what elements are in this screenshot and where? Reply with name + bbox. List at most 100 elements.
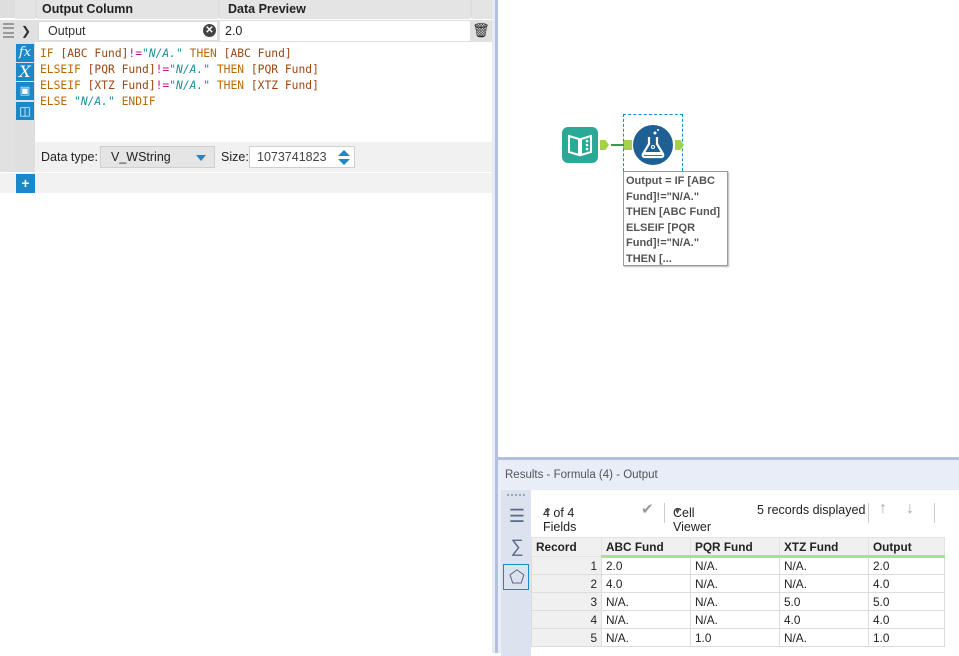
formula-row: ❯ Output ✕ 2.0 🗑 — [0, 20, 492, 42]
table-cell[interactable]: N/A. — [779, 628, 869, 647]
output-tag-icon[interactable]: ⬠ — [507, 567, 527, 587]
expression-token: ELSEIF — [40, 63, 88, 76]
header-output-column: Output Column — [37, 0, 218, 19]
table-cell[interactable]: N/A. — [601, 628, 691, 647]
expression-token: IF — [40, 47, 61, 60]
results-sidebar: ☰ ∑ ⬠ — [501, 490, 531, 656]
open-icon[interactable]: ▣ — [16, 82, 34, 100]
table-cell[interactable]: N/A. — [690, 592, 780, 611]
results-table: Record ABC Fund PQR Fund XTZ Fund Output 1 2.… — [531, 537, 945, 647]
expression-token: [ABC Fund] — [223, 47, 292, 60]
table-view-icon[interactable]: ☰ — [507, 506, 527, 526]
dropdown-arrow-icon — [196, 155, 206, 161]
formula-tool-icon[interactable] — [633, 125, 673, 165]
data-type-row: Data type: V_WString Size: 1073741823 — [35, 142, 492, 172]
expression-token: "N/A." — [169, 79, 211, 92]
arrow-up-icon[interactable]: ↑ — [879, 500, 887, 518]
expression-token: != — [128, 47, 143, 60]
results-panel: Results - Formula (4) - Output ☰ ∑ ⬠ 4 o… — [498, 457, 959, 656]
table-cell[interactable]: N/A. — [690, 610, 780, 629]
column-header[interactable]: Output — [868, 537, 945, 558]
table-row: 1 2.0 N/A. N/A. 2.0 — [531, 556, 945, 575]
save-icon[interactable]: ◫ — [16, 102, 34, 120]
add-formula-button[interactable]: + — [16, 174, 35, 193]
expression-token: THEN — [210, 63, 251, 76]
size-spinner[interactable] — [338, 149, 350, 165]
function-icon[interactable]: fx — [16, 44, 34, 62]
expression-token: ELSEIF — [40, 79, 88, 92]
table-cell[interactable]: 5.0 — [779, 592, 869, 611]
column-header-row: Output Column Data Preview — [0, 0, 492, 19]
table-row: 3 N/A. N/A. 5.0 5.0 — [531, 592, 945, 611]
record-number[interactable]: 4 — [531, 610, 602, 629]
records-count: 5 records displayed — [757, 503, 866, 517]
expression-editor[interactable]: IF [ABC Fund]!="N/A." THEN [ABC Fund] ELS… — [40, 46, 319, 110]
table-cell[interactable]: N/A. — [779, 556, 869, 575]
table-row: 2 4.0 N/A. N/A. 4.0 — [531, 574, 945, 593]
arrow-down-icon[interactable]: ↓ — [906, 500, 914, 518]
sigma-icon[interactable]: ∑ — [507, 536, 527, 556]
expression-token: [XTZ Fund] — [250, 79, 319, 92]
results-title: Results - Formula (4) - Output — [505, 469, 658, 481]
table-cell[interactable]: N/A. — [690, 556, 780, 575]
formula-config-panel: Output Column Data Preview ❯ Output ✕ 2.… — [0, 0, 492, 653]
expression-token: ELSE — [40, 95, 75, 108]
table-cell[interactable]: N/A. — [779, 574, 869, 593]
record-number[interactable]: 2 — [531, 574, 602, 593]
size-input[interactable]: 1073741823 — [249, 146, 355, 168]
table-cell[interactable]: 4.0 — [868, 610, 945, 629]
expression-token: "N/A." — [74, 95, 115, 108]
expression-line: ELSEIF [PQR Fund]!="N/A." THEN [PQR Fund… — [40, 62, 319, 78]
table-cell[interactable]: 4.0 — [601, 574, 691, 593]
table-cell[interactable]: 2.0 — [868, 556, 945, 575]
drag-handle-icon[interactable] — [3, 23, 14, 38]
input-data-tool-icon[interactable] — [562, 127, 598, 163]
header-data-preview: Data Preview — [220, 0, 470, 19]
chevron-down-icon[interactable]: ❯ — [17, 21, 35, 41]
table-cell[interactable]: 5.0 — [868, 592, 945, 611]
column-header[interactable]: Record — [531, 537, 602, 557]
expression-line: ELSE "N/A." ENDIF — [40, 94, 319, 110]
data-type-label: Data type: — [41, 150, 98, 164]
record-number[interactable]: 1 — [531, 556, 602, 575]
spin-up-icon[interactable] — [338, 150, 350, 156]
column-header[interactable]: ABC Fund — [601, 537, 691, 558]
record-number[interactable]: 5 — [531, 628, 602, 647]
expression-line: ELSEIF [XTZ Fund]!="N/A." THEN [XTZ Fund… — [40, 78, 319, 94]
data-preview-value: 2.0 — [220, 21, 470, 41]
clear-icon[interactable]: ✕ — [203, 24, 216, 37]
output-anchor[interactable] — [600, 140, 609, 150]
spin-down-icon[interactable] — [338, 159, 350, 165]
table-row: 4 N/A. N/A. 4.0 4.0 — [531, 610, 945, 629]
record-number[interactable]: 3 — [531, 592, 602, 611]
expression-token: [PQR Fund] — [87, 63, 156, 76]
table-cell[interactable]: 2.0 — [601, 556, 691, 575]
data-type-select[interactable]: V_WString — [100, 146, 215, 168]
panel-splitter[interactable] — [492, 0, 498, 653]
size-label: Size: — [221, 150, 249, 164]
grip-icon[interactable] — [507, 494, 525, 496]
table-cell[interactable]: N/A. — [690, 574, 780, 593]
variable-icon[interactable]: X — [16, 63, 34, 81]
delete-icon[interactable]: 🗑 — [472, 22, 490, 40]
table-cell[interactable]: 4.0 — [868, 574, 945, 593]
expression-line: IF [ABC Fund]!="N/A." THEN [ABC Fund] — [40, 46, 319, 62]
table-cell[interactable]: 1.0 — [690, 628, 780, 647]
tool-annotation: Output = IF [ABC Fund]!="N/A." THEN [ABC… — [623, 171, 728, 266]
expression-token: [XTZ Fund] — [87, 79, 156, 92]
output-column-input[interactable]: Output — [38, 21, 218, 41]
expression-token: "N/A." — [142, 47, 183, 60]
expression-token: [PQR Fund] — [250, 63, 319, 76]
workflow-area: Output = IF [ABC Fund]!="N/A." THEN [ABC… — [498, 0, 959, 656]
table-cell[interactable]: N/A. — [601, 610, 691, 629]
checkmark-icon[interactable]: ✔ — [641, 500, 654, 518]
table-cell[interactable]: 4.0 — [779, 610, 869, 629]
column-header[interactable]: PQR Fund — [690, 537, 780, 558]
expression-token: THEN — [182, 47, 224, 60]
table-cell[interactable]: 1.0 — [868, 628, 945, 647]
column-header[interactable]: XTZ Fund — [779, 537, 869, 558]
expression-token: != — [155, 79, 170, 92]
workflow-canvas[interactable]: Output = IF [ABC Fund]!="N/A." THEN [ABC… — [498, 0, 959, 455]
expression-token: "N/A." — [169, 63, 211, 76]
table-cell[interactable]: N/A. — [601, 592, 691, 611]
